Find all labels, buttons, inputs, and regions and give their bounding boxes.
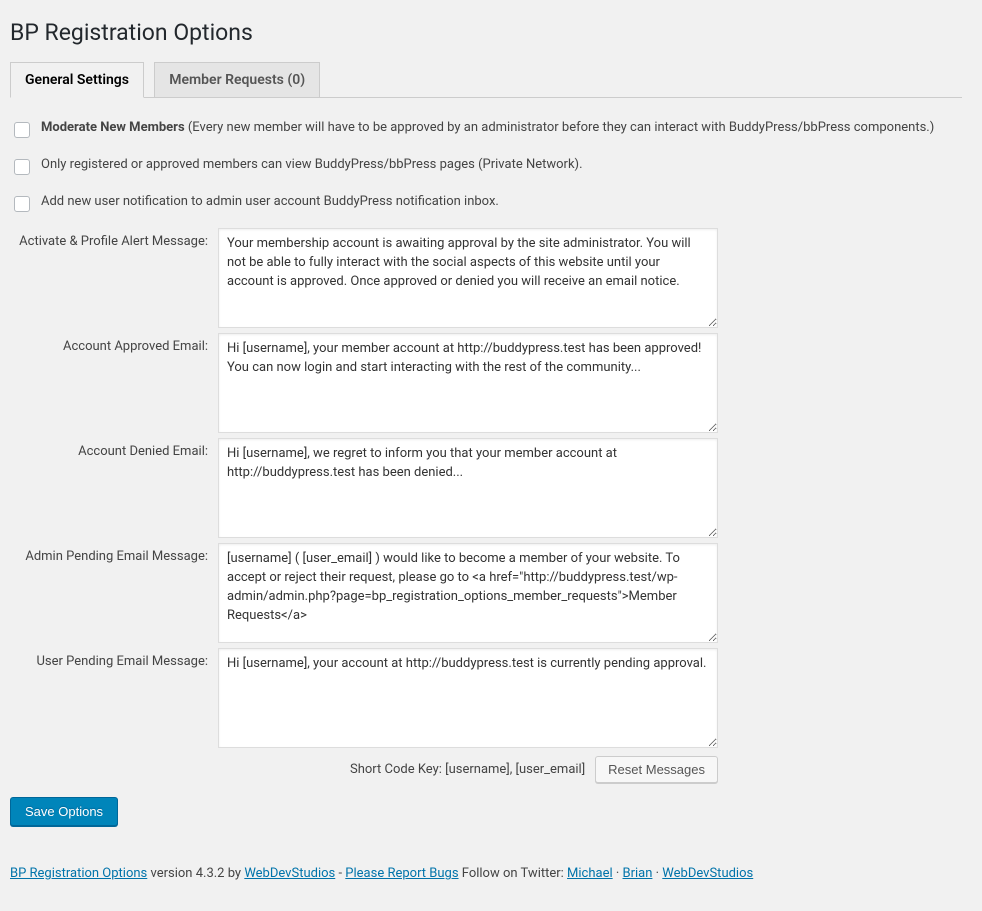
textarea-approved-email[interactable] — [218, 333, 718, 433]
textarea-denied-email[interactable] — [218, 438, 718, 538]
label-admin-pending: Admin Pending Email Message: — [10, 543, 208, 564]
footer-bugs-link[interactable]: Please Report Bugs — [345, 866, 458, 881]
page-title: BP Registration Options — [10, 10, 962, 50]
label-user-pending: User Pending Email Message: — [10, 648, 208, 669]
short-code-key: Short Code Key: [username], [user_email] — [350, 762, 585, 777]
footer-twitter-michael[interactable]: Michael — [567, 866, 613, 881]
footer-author-link[interactable]: WebDevStudios — [244, 866, 335, 881]
label-private-network: Only registered or approved members can … — [41, 157, 583, 172]
label-approved-email: Account Approved Email: — [10, 333, 208, 354]
label-admin-notification: Add new user notification to admin user … — [41, 194, 499, 209]
footer-twitter-brian[interactable]: Brian — [623, 866, 653, 881]
label-moderate-new-members: Moderate New Members (Every new member w… — [41, 120, 934, 135]
reset-messages-button[interactable]: Reset Messages — [595, 756, 718, 783]
nav-tabs: General Settings Member Requests (0) — [10, 62, 962, 98]
footer: BP Registration Options version 4.3.2 by… — [10, 866, 962, 881]
footer-twitter-webdevstudios[interactable]: WebDevStudios — [662, 866, 753, 881]
save-options-button[interactable]: Save Options — [10, 797, 118, 826]
checkbox-private-network[interactable] — [14, 159, 30, 175]
label-activate-alert: Activate & Profile Alert Message: — [10, 228, 208, 249]
textarea-admin-pending[interactable] — [218, 543, 718, 643]
checkbox-moderate-new-members[interactable] — [14, 122, 30, 138]
tab-general-settings[interactable]: General Settings — [10, 62, 144, 98]
label-denied-email: Account Denied Email: — [10, 438, 208, 459]
checkbox-admin-notification[interactable] — [14, 196, 30, 212]
textarea-user-pending[interactable] — [218, 648, 718, 748]
footer-plugin-link[interactable]: BP Registration Options — [10, 866, 147, 881]
tab-member-requests[interactable]: Member Requests (0) — [154, 62, 320, 97]
textarea-activate-alert[interactable] — [218, 228, 718, 328]
